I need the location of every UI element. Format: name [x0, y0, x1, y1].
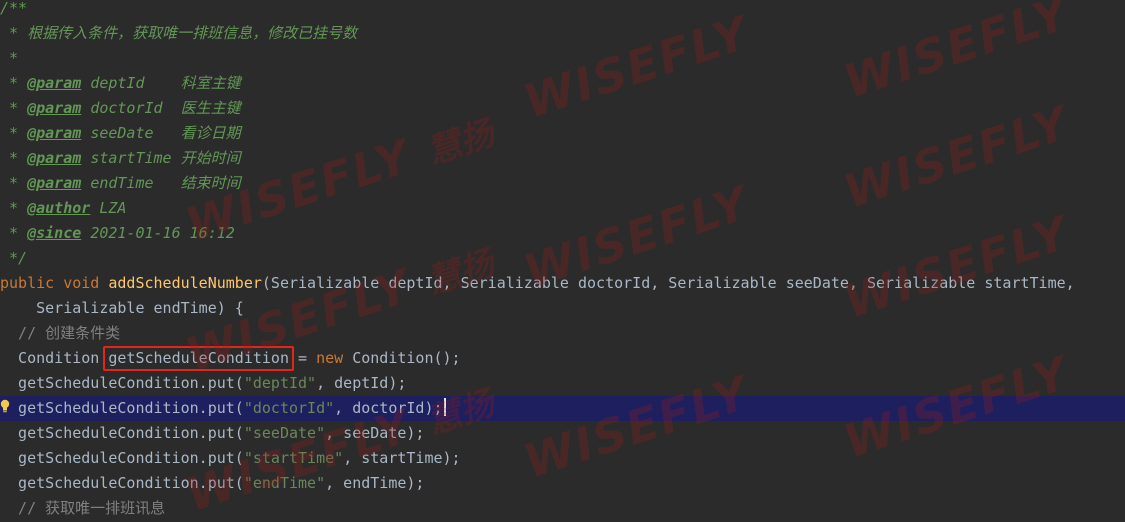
- code-line[interactable]: * @param doctorId 医生主键: [0, 96, 1125, 121]
- param-name: doctorId: [90, 99, 163, 117]
- code-line[interactable]: getScheduleCondition.put("startTime", st…: [0, 446, 1125, 471]
- param-tag: @param: [27, 99, 82, 117]
- param-pad: [163, 99, 181, 117]
- param-name: deptId: [90, 74, 145, 92]
- line-comment: // 创建条件类: [0, 324, 121, 342]
- constructor-call: Condition();: [343, 349, 461, 367]
- author-tag: @author: [27, 199, 91, 217]
- param-desc: 结束时间: [180, 174, 241, 192]
- text-caret: [443, 398, 446, 416]
- param-desc: 科室主键: [180, 74, 241, 92]
- code-line[interactable]: * 根据传入条件，获取唯一排班信息，修改已挂号数: [0, 21, 1125, 46]
- code-line[interactable]: // 创建条件类: [0, 321, 1125, 346]
- code-line[interactable]: *: [0, 46, 1125, 71]
- doc-comment-star: *: [0, 74, 28, 92]
- param-tag: @param: [27, 174, 82, 192]
- code-line[interactable]: * @param startTime 开始时间: [0, 146, 1125, 171]
- string-key: "startTime": [243, 449, 344, 467]
- code-line[interactable]: * @author LZA: [0, 196, 1125, 221]
- param-pad: [154, 174, 181, 192]
- code-editor[interactable]: /** * 根据传入条件，获取唯一排班信息，修改已挂号数 * * @param …: [0, 0, 1125, 517]
- since-value: 2021-01-16 16:12: [90, 224, 235, 242]
- method-name: addScheduleNumber: [108, 274, 262, 292]
- param-desc: 医生主键: [180, 99, 241, 117]
- keyword-void: void: [63, 274, 100, 292]
- code-line[interactable]: Serializable endTime) {: [0, 296, 1125, 321]
- param-pad: [145, 74, 181, 92]
- code-line[interactable]: * @since 2021-01-16 16:12: [0, 221, 1125, 246]
- param-tag: @param: [27, 74, 82, 92]
- method-params: (Serializable deptId, Serializable docto…: [261, 274, 1075, 292]
- doc-comment-star: *: [0, 124, 28, 142]
- doc-comment-open: /**: [0, 0, 28, 17]
- param-name: endTime: [90, 174, 154, 192]
- keyword-public: public: [0, 274, 55, 292]
- code-line[interactable]: Condition getScheduleCondition = new Con…: [0, 346, 1125, 371]
- current-code-line[interactable]: getScheduleCondition.put("doctorId", doc…: [0, 396, 1125, 421]
- string-key: "endTime": [243, 474, 326, 492]
- highlighted-variable: getScheduleCondition: [103, 346, 294, 371]
- code-line[interactable]: * @param seeDate 看诊日期: [0, 121, 1125, 146]
- code-line[interactable]: getScheduleCondition.put("seeDate", seeD…: [0, 421, 1125, 446]
- code-line[interactable]: */: [0, 246, 1125, 271]
- doc-comment-star: *: [0, 199, 28, 217]
- put-call: getScheduleCondition.put(: [0, 374, 244, 392]
- put-arg: , doctorId);: [334, 399, 443, 417]
- string-key: "deptId": [243, 374, 317, 392]
- assign-operator: =: [289, 349, 317, 367]
- since-tag: @since: [27, 224, 82, 242]
- put-call: getScheduleCondition.put(: [0, 399, 244, 417]
- param-name: seeDate: [90, 124, 154, 142]
- method-params-continued: Serializable endTime) {: [0, 299, 244, 317]
- lightbulb-icon[interactable]: [0, 399, 10, 413]
- put-call: getScheduleCondition.put(: [0, 449, 244, 467]
- doc-comment-star: *: [0, 99, 28, 117]
- doc-comment-star: *: [0, 174, 28, 192]
- param-pad: [154, 124, 181, 142]
- code-line[interactable]: public void addScheduleNumber(Serializab…: [0, 271, 1125, 296]
- code-line[interactable]: * @param deptId 科室主键: [0, 71, 1125, 96]
- put-call: getScheduleCondition.put(: [0, 474, 244, 492]
- author-value: LZA: [99, 199, 127, 217]
- string-key: "seeDate": [243, 424, 326, 442]
- param-desc: 看诊日期: [180, 124, 241, 142]
- code-line[interactable]: getScheduleCondition.put("endTime", endT…: [0, 471, 1125, 496]
- code-line[interactable]: // 获取唯一排班讯息: [0, 496, 1125, 521]
- doc-comment-star: *: [0, 149, 28, 167]
- put-arg: , startTime);: [343, 449, 461, 467]
- code-line[interactable]: getScheduleCondition.put("deptId", deptI…: [0, 371, 1125, 396]
- doc-comment-summary: * 根据传入条件，获取唯一排班信息，修改已挂号数: [0, 24, 358, 42]
- param-name: startTime: [90, 149, 172, 167]
- param-desc: 开始时间: [180, 149, 241, 167]
- line-comment: // 获取唯一排班讯息: [0, 499, 166, 517]
- doc-comment-blank: *: [0, 49, 19, 67]
- put-call: getScheduleCondition.put(: [0, 424, 244, 442]
- keyword-new: new: [316, 349, 344, 367]
- declared-type: Condition: [0, 349, 109, 367]
- string-key: "doctorId": [243, 399, 335, 417]
- put-arg: , seeDate);: [325, 424, 425, 442]
- param-tag: @param: [27, 124, 82, 142]
- put-arg: , deptId);: [316, 374, 407, 392]
- doc-comment-star: *: [0, 224, 28, 242]
- doc-comment-close: */: [0, 249, 28, 267]
- param-tag: @param: [27, 149, 82, 167]
- code-line[interactable]: * @param endTime 结束时间: [0, 171, 1125, 196]
- put-arg: , endTime);: [325, 474, 425, 492]
- param-pad: [172, 149, 181, 167]
- code-line[interactable]: /**: [0, 0, 1125, 21]
